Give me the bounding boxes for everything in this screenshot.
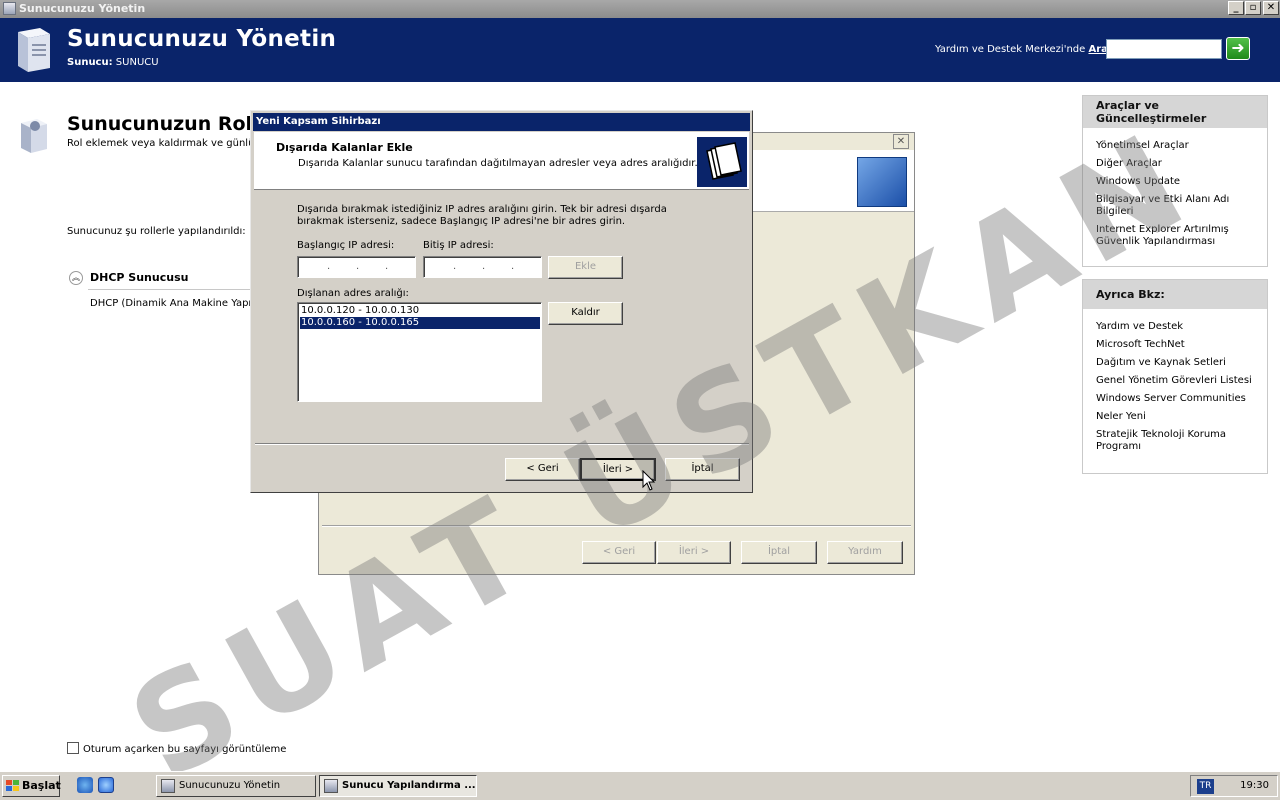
link-strategic-protection[interactable]: Stratejik Teknoloji Koruma Programı <box>1096 429 1267 453</box>
server-small-icon <box>161 779 175 793</box>
server-icon <box>18 28 50 72</box>
collapse-chevron-icon[interactable]: ︽ <box>69 271 83 285</box>
link-computer-domain[interactable]: Bilgisayar ve Etki Alanı Adı Bilgileri <box>1096 194 1267 218</box>
help-search-label: Yardım ve Destek Merkezi'nde Ara <box>935 44 1108 55</box>
role-dhcp-title: DHCP Sunucusu <box>90 271 189 284</box>
server-name: SUNUCU <box>115 57 159 68</box>
help-search-word: Ara <box>1088 44 1108 55</box>
clock[interactable]: 19:30 <box>1240 776 1269 796</box>
server-small-icon <box>324 779 338 793</box>
ie-icon[interactable] <box>77 777 93 793</box>
wizard-close-button[interactable]: ✕ <box>893 134 909 149</box>
link-other-tools[interactable]: Diğer Araçlar <box>1096 158 1267 170</box>
roles-intro: Sunucunuz şu rollerle yapılandırıldı: <box>67 226 246 237</box>
excluded-ranges-list[interactable]: 10.0.0.120 - 10.0.0.130 10.0.0.160 - 10.… <box>297 302 542 402</box>
link-windows-update[interactable]: Windows Update <box>1096 176 1267 188</box>
link-ie-security[interactable]: Internet Explorer Artırılmış Güvenlik Ya… <box>1096 224 1267 248</box>
folders-icon <box>697 137 747 187</box>
ip-dot: . <box>482 261 486 272</box>
link-admin-tasks[interactable]: Genel Yönetim Görevleri Listesi <box>1096 375 1267 387</box>
taskbar: Başlat Sunucunuzu Yönetin Sunucu Yapılan… <box>0 771 1280 800</box>
tools-panel: Araçlar ve Güncelleştirmeler Yönetimsel … <box>1082 95 1268 267</box>
page-title: Sunucunuzun Rolle <box>67 113 272 135</box>
list-item[interactable]: 10.0.0.120 - 10.0.0.130 <box>300 305 540 317</box>
window-title: Sunucunuzu Yönetin <box>19 2 146 15</box>
minimize-button[interactable]: _ <box>1228 1 1244 15</box>
excluded-label: Dışlanan adres aralığı: <box>297 288 409 299</box>
add-button[interactable]: Ekle <box>548 256 623 279</box>
language-indicator[interactable]: TR <box>1197 779 1214 794</box>
system-tray: TR 19:30 <box>1190 775 1278 797</box>
dialog-header-subtitle: Dışarıda Kalanlar sunucu tarafından dağı… <box>298 158 698 169</box>
start-button[interactable]: Başlat <box>2 775 61 797</box>
help-search-prefix: Yardım ve Destek Merkezi'nde <box>935 44 1089 55</box>
start-ip-input[interactable]: . . . <box>297 256 416 278</box>
dont-show-label: Oturum açarken bu sayfayı görüntüleme <box>83 744 287 755</box>
dialog-header: Dışarıda Kalanlar Ekle Dışarıda Kalanlar… <box>254 132 749 190</box>
end-ip-label: Bitiş IP adresi: <box>423 240 494 251</box>
new-scope-wizard-dialog: Yeni Kapsam Sihirbazı Dışarıda Kalanlar … <box>250 110 753 493</box>
bg-next-button[interactable]: İleri > <box>657 541 731 564</box>
link-deployment-kits[interactable]: Dağıtım ve Kaynak Setleri <box>1096 357 1267 369</box>
see-also-title: Ayrıca Bkz: <box>1083 280 1267 309</box>
help-search-input[interactable] <box>1106 39 1222 59</box>
go-arrow-button[interactable]: ➜ <box>1226 37 1250 60</box>
page-subtitle: Rol eklemek veya kaldırmak ve günlük <box>67 138 261 149</box>
link-server-communities[interactable]: Windows Server Communities <box>1096 393 1267 405</box>
role-dhcp-description: DHCP (Dinamik Ana Makine Yapıla <box>90 298 250 309</box>
window-titlebar: Sunucunuzu Yönetin _ ▫ ✕ <box>0 0 1280 18</box>
task-configure-server[interactable]: Sunucu Yapılandırma ... <box>319 775 477 797</box>
end-ip-input[interactable]: . . . <box>423 256 542 278</box>
dialog-titlebar: Yeni Kapsam Sihirbazı <box>253 113 750 131</box>
remove-button[interactable]: Kaldır <box>548 302 623 325</box>
link-help-support[interactable]: Yardım ve Destek <box>1096 321 1267 333</box>
windows-flag-icon <box>6 780 19 791</box>
start-label: Başlat <box>22 779 61 792</box>
app-icon <box>3 2 16 15</box>
ip-dot: . <box>327 261 331 272</box>
ip-dot: . <box>511 261 515 272</box>
see-also-panel: Ayrıca Bkz: Yardım ve Destek Microsoft T… <box>1082 279 1268 474</box>
bg-back-button[interactable]: < Geri <box>582 541 656 564</box>
ip-dot: . <box>453 261 457 272</box>
back-button[interactable]: < Geri <box>505 458 580 481</box>
list-item-selected[interactable]: 10.0.0.160 - 10.0.0.165 <box>300 317 540 329</box>
divider <box>255 443 749 445</box>
divider <box>88 289 253 290</box>
link-admin-tools[interactable]: Yönetimsel Araçlar <box>1096 140 1267 152</box>
bg-cancel-button[interactable]: İptal <box>741 541 817 564</box>
link-whats-new[interactable]: Neler Yeni <box>1096 411 1267 423</box>
start-ip-label: Başlangıç IP adresi: <box>297 240 395 251</box>
mouse-cursor-icon <box>642 470 656 491</box>
dont-show-checkbox[interactable] <box>67 742 79 754</box>
dialog-header-title: Dışarıda Kalanlar Ekle <box>276 141 413 154</box>
ip-dot: . <box>385 261 389 272</box>
restore-button[interactable]: ▫ <box>1245 1 1261 15</box>
bg-help-button[interactable]: Yardım <box>827 541 903 564</box>
ip-dot: . <box>356 261 360 272</box>
divider <box>322 525 911 527</box>
link-technet[interactable]: Microsoft TechNet <box>1096 339 1267 351</box>
task-label: Sunucu Yapılandırma ... <box>342 780 476 791</box>
instructions-text: Dışarıda bırakmak istediğiniz IP adres a… <box>297 204 667 227</box>
wizard-icon <box>857 157 907 207</box>
tools-panel-title: Araçlar ve Güncelleştirmeler <box>1083 96 1267 128</box>
task-manage-server[interactable]: Sunucunuzu Yönetin <box>156 775 316 797</box>
startup-checkbox-row[interactable]: Oturum açarken bu sayfayı görüntüleme <box>67 742 286 755</box>
server-info: Sunucu: SUNUCU <box>67 57 159 68</box>
server-roles-icon <box>21 119 47 153</box>
close-button[interactable]: ✕ <box>1263 1 1279 15</box>
app-title: Sunucunuzu Yönetin <box>67 26 337 52</box>
cancel-button[interactable]: İptal <box>665 458 740 481</box>
task-label: Sunucunuzu Yönetin <box>179 780 281 791</box>
explorer-icon[interactable] <box>98 777 114 793</box>
header-band: Sunucunuzu Yönetin Sunucu: SUNUCU Yardım… <box>0 18 1280 82</box>
server-label: Sunucu: <box>67 57 113 68</box>
